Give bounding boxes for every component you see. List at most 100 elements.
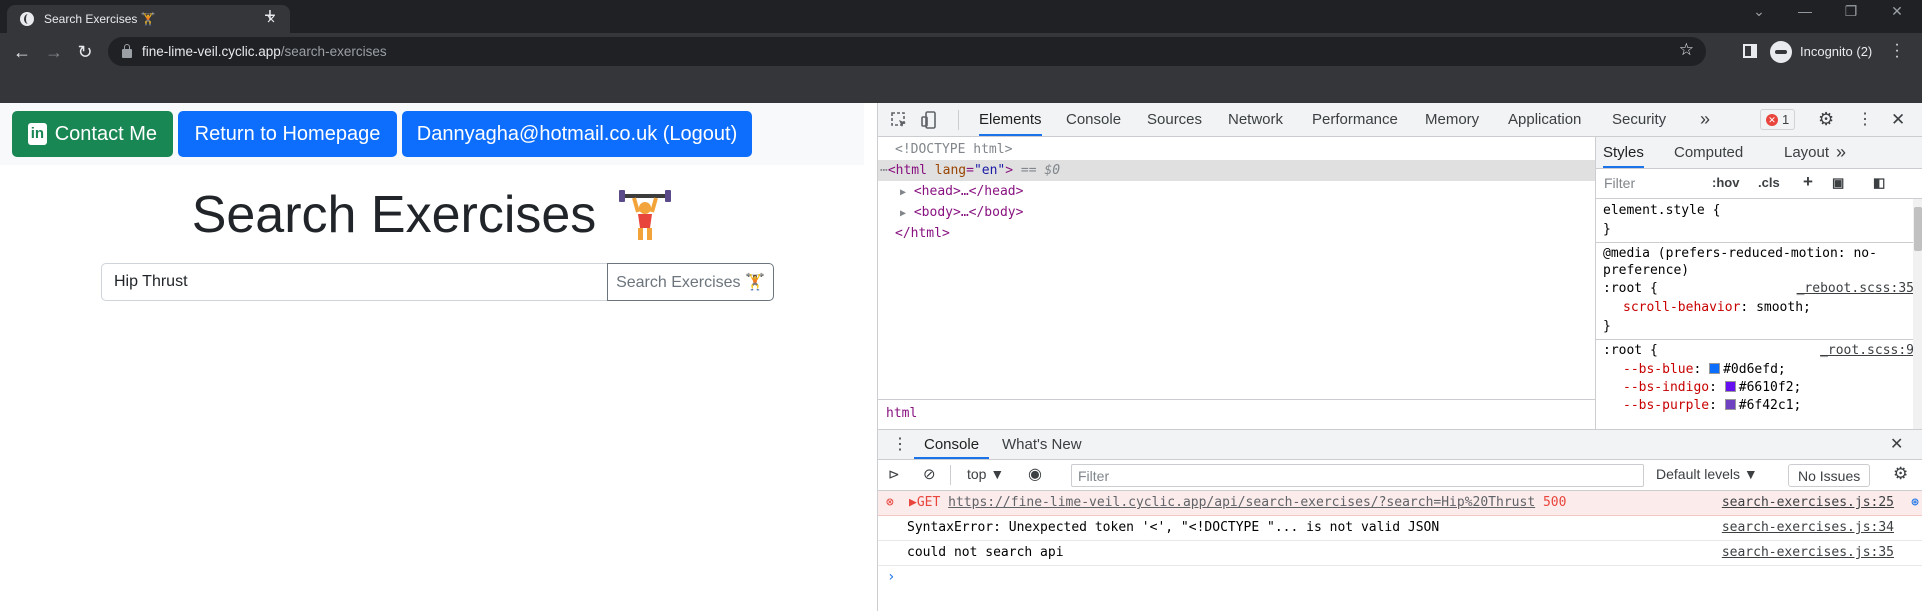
console-log-message[interactable]: SyntaxError: Unexpected token '<', "<!DO… — [878, 516, 1922, 541]
tab-elements[interactable]: Elements — [979, 103, 1042, 136]
paint-brush-icon[interactable]: ▣ — [1832, 175, 1844, 191]
color-swatch[interactable] — [1709, 363, 1721, 374]
tab-computed[interactable]: Computed — [1674, 137, 1743, 168]
contact-me-button[interactable]: in Contact Me — [12, 111, 173, 157]
message-source-link[interactable]: search-exercises.js:35 — [1722, 541, 1894, 565]
drawer-tabs: ⋮ Console What's New ✕ — [878, 430, 1922, 460]
tab-layout[interactable]: Layout — [1784, 137, 1829, 168]
reload-icon[interactable]: ↻ — [72, 39, 98, 65]
bookmark-star-icon[interactable]: ☆ — [1679, 40, 1694, 60]
root-rule-selector[interactable]: :root { _root.scss:9 — [1603, 341, 1914, 360]
inspect-element-icon[interactable] — [890, 111, 908, 129]
side-panel-icon[interactable] — [1743, 44, 1757, 58]
tab-sources[interactable]: Sources — [1147, 103, 1202, 136]
window-close-icon[interactable]: ✕ — [1874, 3, 1920, 20]
network-request-icon[interactable]: ⊛ — [1911, 491, 1919, 515]
browser-menu-icon[interactable]: · · · — [1893, 37, 1901, 65]
property-value: smooth; — [1756, 300, 1811, 315]
drawer-tab-console[interactable]: Console — [914, 430, 990, 459]
tab-performance[interactable]: Performance — [1312, 103, 1398, 136]
page-title: Search Exercises — [191, 186, 597, 244]
browser-tab[interactable]: Search Exercises 🏋 × — [7, 5, 290, 33]
styles-filter-input[interactable]: Filter — [1604, 175, 1635, 191]
element-style-rule[interactable]: element.style { — [1603, 201, 1720, 220]
devtools-menu-icon[interactable]: ⋮ — [1857, 103, 1873, 136]
color-swatch[interactable] — [1724, 399, 1736, 410]
hov-toggle[interactable]: :hov — [1712, 175, 1739, 190]
expand-arrow-icon[interactable]: ▶ — [900, 208, 906, 219]
console-settings-gear-icon[interactable]: ⚙ — [1893, 464, 1908, 484]
context-selector[interactable]: top ▼ — [967, 466, 1004, 482]
console-filter-input[interactable]: Filter — [1071, 464, 1644, 487]
incognito-profile-button[interactable]: Incognito (2) — [1770, 38, 1872, 65]
drawer-tab-whats-new[interactable]: What's New — [1002, 430, 1082, 459]
maximize-icon[interactable]: ❐ — [1828, 3, 1874, 20]
incognito-label: Incognito (2) — [1800, 44, 1873, 59]
settings-gear-icon[interactable]: ⚙ — [1818, 103, 1834, 136]
minimize-icon[interactable]: — — [1782, 3, 1828, 19]
back-icon[interactable]: ← — [9, 39, 35, 65]
doctype-node[interactable]: <!DOCTYPE html> — [878, 139, 1595, 160]
styles-tabs: Styles Computed Layout » — [1596, 137, 1922, 169]
tab-styles[interactable]: Styles — [1603, 137, 1644, 168]
console-log-message[interactable]: could not search api search-exercises.js… — [878, 541, 1922, 566]
toggle-sidebar-icon[interactable]: ◧ — [1873, 175, 1885, 191]
device-toolbar-icon[interactable] — [921, 111, 939, 129]
cls-toggle[interactable]: .cls — [1758, 175, 1780, 190]
css-var-decl[interactable]: --bs-blue: #0d6efd; — [1603, 360, 1786, 379]
tab-memory[interactable]: Memory — [1425, 103, 1479, 136]
more-tabs-icon[interactable]: » — [1700, 103, 1710, 136]
tab-console[interactable]: Console — [1066, 103, 1121, 136]
root-rule-selector[interactable]: :root { _reboot.scss:35 — [1603, 279, 1914, 298]
tab-search-icon[interactable]: ⌄ — [1736, 3, 1782, 20]
search-input[interactable] — [101, 263, 609, 301]
logout-button[interactable]: Dannyagha@hotmail.co.uk (Logout) — [402, 111, 752, 157]
elements-tree: <!DOCTYPE html> ⋯<html lang="en"> == $0 … — [878, 137, 1595, 429]
breadcrumb-html[interactable]: html — [886, 406, 917, 421]
issues-button[interactable]: No Issues — [1788, 464, 1871, 487]
return-homepage-button[interactable]: Return to Homepage — [178, 111, 397, 157]
body-node[interactable]: ▶ <body>…</body> — [878, 202, 1595, 223]
page-title-row: Search Exercises — [0, 185, 864, 245]
more-tabs-icon[interactable]: » — [1836, 137, 1846, 168]
address-bar[interactable]: fine-lime-veil.cyclic.app /search-exerci… — [108, 37, 1706, 66]
styles-scrollbar[interactable] — [1913, 199, 1922, 429]
message-source-link[interactable]: search-exercises.js:25 — [1722, 491, 1894, 515]
html-close-node[interactable]: </html> — [878, 223, 1595, 244]
incognito-icon — [1770, 40, 1792, 63]
log-levels-dropdown[interactable]: Default levels ▼ — [1656, 466, 1758, 482]
tab-network[interactable]: Network — [1228, 103, 1283, 136]
tab-security[interactable]: Security — [1612, 103, 1666, 136]
lock-icon[interactable] — [122, 44, 132, 58]
var-value: #6610f2; — [1738, 380, 1802, 395]
search-exercises-button[interactable]: Search Exercises 🏋 — [607, 263, 774, 301]
close-devtools-icon[interactable]: ✕ — [1891, 103, 1905, 136]
css-var-decl[interactable]: --bs-indigo: #6610f2; — [1603, 378, 1801, 397]
message-source-link[interactable]: search-exercises.js:34 — [1722, 516, 1894, 540]
close-brace: } — [1603, 222, 1611, 237]
var-name: --bs-indigo — [1623, 380, 1710, 395]
new-rule-icon[interactable]: + — [1803, 172, 1813, 192]
reboot-source-link[interactable]: _reboot.scss:35 — [1797, 279, 1914, 298]
new-tab-button[interactable]: + — [258, 5, 282, 29]
head-node[interactable]: ▶ <head>…</head> — [878, 181, 1595, 202]
scroll-behavior-decl[interactable]: scroll-behavior: smooth; — [1603, 298, 1811, 317]
console-error-message[interactable]: ⊗ ▶GET https://fine-lime-veil.cyclic.app… — [878, 491, 1922, 516]
media-query-line2: preference) — [1603, 263, 1690, 278]
expand-arrow-icon[interactable]: ▶ — [900, 187, 906, 198]
request-url[interactable]: https://fine-lime-veil.cyclic.app/api/se… — [948, 495, 1535, 510]
clear-console-icon[interactable]: ⊘ — [923, 465, 936, 483]
error-count-badge[interactable]: ✕ 1 — [1760, 109, 1796, 130]
html-node[interactable]: ⋯<html lang="en"> == $0 — [878, 160, 1595, 181]
show-sidebar-icon[interactable]: ⊳ — [888, 466, 900, 483]
root-source-link[interactable]: _root.scss:9 — [1820, 341, 1914, 360]
forward-icon[interactable]: → — [41, 39, 67, 65]
drawer-menu-icon[interactable]: ⋮ — [892, 430, 908, 459]
close-drawer-icon[interactable]: ✕ — [1890, 430, 1903, 459]
color-swatch[interactable] — [1724, 381, 1736, 392]
console-prompt[interactable]: › — [887, 569, 895, 585]
scrollbar-thumb[interactable] — [1914, 207, 1922, 251]
live-expression-eye-icon[interactable]: ◉ — [1028, 464, 1042, 484]
tab-application[interactable]: Application — [1508, 103, 1581, 136]
css-var-decl[interactable]: --bs-purple: #6f42c1; — [1603, 396, 1801, 415]
